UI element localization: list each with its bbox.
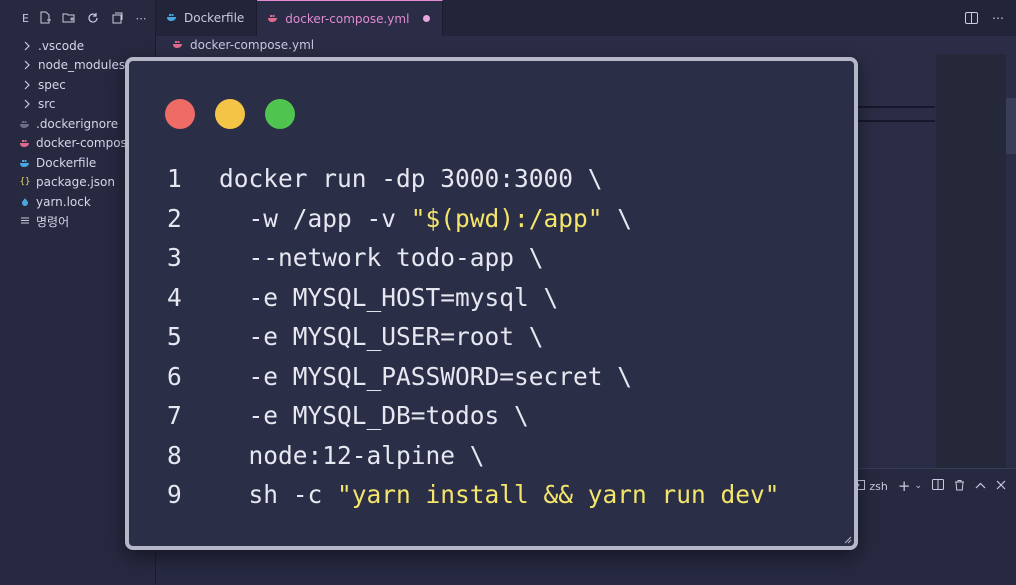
tab-label: docker-compose.yml xyxy=(285,11,410,26)
split-terminal-icon[interactable] xyxy=(932,479,944,493)
more-actions-icon[interactable]: ⋯ xyxy=(992,11,1004,25)
code-line: 6 -e MYSQL_PASSWORD=secret \ xyxy=(167,357,780,397)
chevron-right-icon xyxy=(20,97,34,111)
tree-item[interactable]: .vscode xyxy=(0,36,155,56)
tree-item-label: node_modules xyxy=(38,58,126,73)
explorer-toolbar: E ⋯ xyxy=(0,0,155,36)
tree-item-label: yarn.lock xyxy=(36,194,91,209)
code-text: sh -c xyxy=(219,480,338,510)
tree-item-label: Dockerfile xyxy=(36,155,97,170)
tree-item-label: 명령어 xyxy=(36,214,70,229)
trash-icon[interactable] xyxy=(954,479,965,494)
new-folder-icon[interactable] xyxy=(61,10,77,26)
docker-compose-icon xyxy=(18,136,32,150)
maximize-dot-icon xyxy=(265,99,295,129)
code-text: -e MYSQL_HOST=mysql \ xyxy=(219,282,559,312)
docker-icon xyxy=(18,156,32,170)
divider xyxy=(850,106,935,108)
code-line: 9 sh -c "yarn install && yarn run dev" xyxy=(167,475,780,515)
editor-scrollbar[interactable] xyxy=(1006,54,1016,468)
docker-icon xyxy=(166,11,178,25)
close-dot-icon xyxy=(165,99,195,129)
code-string: "$(pwd):/app" xyxy=(410,203,603,233)
collapse-all-icon[interactable] xyxy=(109,10,125,26)
code-line: 4 -e MYSQL_HOST=mysql \ xyxy=(167,278,780,318)
text-file-icon xyxy=(18,214,32,228)
more-actions-icon[interactable]: ⋯ xyxy=(133,10,149,26)
tree-item-label: package.json xyxy=(36,175,116,190)
line-number: 7 xyxy=(167,401,182,431)
breadcrumb: docker-compose.yml xyxy=(156,36,1016,54)
chevron-right-icon xyxy=(20,39,34,53)
code-text: docker run -dp 3000:3000 \ xyxy=(219,164,603,194)
code-text: -e MYSQL_USER=root \ xyxy=(219,322,544,352)
scrollbar-thumb[interactable] xyxy=(1006,98,1016,154)
refresh-icon[interactable] xyxy=(85,10,101,26)
new-terminal-icon[interactable]: + xyxy=(898,477,911,495)
minimize-dot-icon xyxy=(215,99,245,129)
code-text: node:12-alpine \ xyxy=(219,440,485,470)
tree-item-label: src xyxy=(38,97,56,112)
resize-handle-icon[interactable] xyxy=(842,534,852,544)
line-number: 9 xyxy=(167,480,182,510)
line-number: 4 xyxy=(167,282,182,312)
line-number: 6 xyxy=(167,361,182,391)
code-text: -e MYSQL_PASSWORD=secret \ xyxy=(219,361,633,391)
breadcrumb-file[interactable]: docker-compose.yml xyxy=(190,38,314,52)
terminal-shell-label[interactable]: zsh xyxy=(869,480,887,493)
editor-tabbar: Dockerfile docker-compose.yml ⋯ xyxy=(156,0,1016,36)
tab-docker-compose[interactable]: docker-compose.yml xyxy=(257,0,444,36)
window-controls xyxy=(165,99,295,129)
chevron-right-icon xyxy=(20,58,34,72)
code-text: -e MYSQL_DB=todos \ xyxy=(219,401,529,431)
tab-actions: ⋯ xyxy=(965,0,1016,36)
terminal-actions: zsh + ⌄ xyxy=(855,477,1006,495)
explorer-title: E xyxy=(22,11,29,25)
docker-compose-icon xyxy=(172,38,184,52)
docker-compose-icon xyxy=(267,12,279,26)
code-line: 2 -w /app -v "$(pwd):/app" \ xyxy=(167,199,780,239)
chevron-right-icon xyxy=(20,78,34,92)
chevron-down-icon[interactable]: ⌄ xyxy=(914,481,922,491)
code-line: 7 -e MYSQL_DB=todos \ xyxy=(167,396,780,436)
tree-item-label: spec xyxy=(38,77,66,92)
code-line: 3 --network todo-app \ xyxy=(167,238,780,278)
chevron-up-icon[interactable] xyxy=(975,480,986,493)
close-icon[interactable] xyxy=(996,480,1006,493)
line-number: 3 xyxy=(167,243,182,273)
line-number: 2 xyxy=(167,203,182,233)
braces-icon: {} xyxy=(19,177,31,188)
code-text: --network todo-app \ xyxy=(219,243,544,273)
yarn-icon xyxy=(18,195,32,209)
code-line: 5 -e MYSQL_USER=root \ xyxy=(167,317,780,357)
tree-item-label: .dockerignore xyxy=(36,116,119,131)
divider xyxy=(850,120,935,122)
code-text: -w /app -v xyxy=(219,203,411,233)
minimap[interactable] xyxy=(936,54,1006,468)
split-editor-icon[interactable] xyxy=(965,9,978,28)
code-line: 1 docker run -dp 3000:3000 \ xyxy=(167,159,780,199)
line-number: 5 xyxy=(167,322,182,352)
code-string: "yarn install && yarn run dev" xyxy=(337,480,780,510)
line-number: 8 xyxy=(167,440,182,470)
code-line: 8 node:12-alpine \ xyxy=(167,436,780,476)
code-snippet-card: 1 docker run -dp 3000:3000 \ 2 -w /app -v … xyxy=(125,57,858,550)
code-block: 1 docker run -dp 3000:3000 \ 2 -w /app -v … xyxy=(167,159,780,515)
tree-item-label: .vscode xyxy=(38,38,85,53)
line-number: 1 xyxy=(167,164,182,194)
tree-item-label: docker-compose xyxy=(36,136,135,151)
unsaved-dot-icon[interactable] xyxy=(423,15,431,22)
docker-icon xyxy=(18,117,32,131)
tab-label: Dockerfile xyxy=(184,11,245,25)
tab-dockerfile[interactable]: Dockerfile xyxy=(156,0,258,36)
code-text: \ xyxy=(602,203,633,233)
new-file-icon[interactable] xyxy=(37,10,53,26)
